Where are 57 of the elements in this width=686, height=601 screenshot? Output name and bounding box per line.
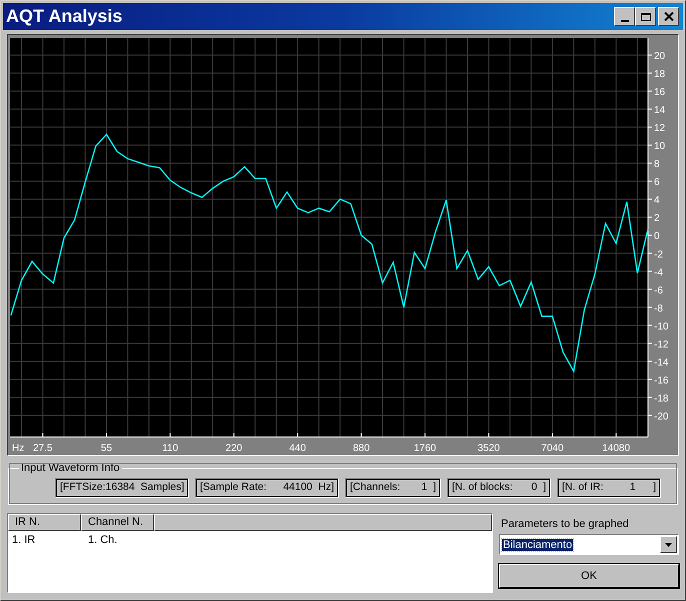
x-tick-label: 55 bbox=[100, 443, 112, 454]
y-tick-label: -10 bbox=[654, 321, 668, 332]
y-tick-label: -20 bbox=[654, 411, 668, 422]
y-tick-label: 8 bbox=[654, 159, 660, 170]
minimize-icon bbox=[620, 20, 628, 22]
field-value: 0 ] bbox=[531, 481, 546, 495]
x-tick-label: 27.5 bbox=[33, 443, 52, 454]
maximize-button[interactable] bbox=[635, 7, 656, 26]
y-tick-label: 18 bbox=[654, 69, 666, 80]
y-tick-label: -12 bbox=[654, 339, 668, 350]
close-icon bbox=[664, 12, 674, 21]
y-tick-label: -6 bbox=[654, 285, 663, 296]
x-tick-label: 1760 bbox=[414, 443, 436, 454]
y-tick-label: -2 bbox=[654, 249, 663, 260]
y-tick-label: -8 bbox=[654, 303, 663, 314]
y-tick-label: 0 bbox=[654, 231, 660, 242]
field-label: [N. of IR: bbox=[562, 481, 604, 495]
y-tick-label: 20 bbox=[654, 51, 666, 62]
x-tick-label: 3520 bbox=[478, 443, 500, 454]
y-tick-label: 10 bbox=[654, 141, 666, 152]
parameters-dropdown[interactable]: Bilanciamento bbox=[499, 534, 679, 555]
x-tick-label: 440 bbox=[289, 443, 306, 454]
y-tick-label: -4 bbox=[654, 267, 663, 278]
list-cell[interactable]: 1. IR bbox=[8, 534, 84, 546]
field-value: 16384 Samples] bbox=[106, 481, 184, 495]
field-value: 1 ] bbox=[421, 481, 436, 495]
list-view[interactable]: IR N. Channel N. 1. IR 1. Ch. bbox=[7, 513, 493, 593]
y-tick-label: -18 bbox=[654, 393, 668, 404]
y-tick-label: 2 bbox=[654, 213, 660, 224]
y-tick-label: 16 bbox=[654, 87, 666, 98]
field-label: [FFTSize: bbox=[60, 481, 106, 495]
x-axis-label: Hz bbox=[12, 443, 24, 454]
column-header[interactable]: IR N. bbox=[8, 514, 81, 531]
list-cell[interactable]: 1. Ch. bbox=[84, 534, 160, 546]
y-tick-label: 12 bbox=[654, 123, 666, 134]
field-value: 44100 Hz] bbox=[283, 481, 334, 495]
y-tick-label: 6 bbox=[654, 177, 660, 188]
maximize-icon bbox=[640, 12, 650, 20]
field-label: [N. of blocks: bbox=[452, 481, 513, 495]
window-title: AQT Analysis bbox=[6, 6, 122, 27]
x-tick-label: 14080 bbox=[602, 443, 630, 454]
y-tick-label: 14 bbox=[654, 105, 666, 116]
column-header[interactable]: Channel N. bbox=[81, 514, 154, 531]
field-label: [Channels: bbox=[350, 481, 400, 495]
x-tick-label: 880 bbox=[352, 443, 370, 454]
minimize-button[interactable] bbox=[614, 7, 635, 26]
field-value: 1 ] bbox=[630, 481, 656, 495]
x-tick-label: 110 bbox=[162, 443, 178, 454]
close-button[interactable] bbox=[658, 7, 679, 26]
y-tick-label: -16 bbox=[654, 375, 668, 386]
y-tick-label: -14 bbox=[654, 357, 668, 368]
x-tick-label: 220 bbox=[226, 443, 242, 454]
y-tick-label: 4 bbox=[654, 195, 660, 206]
parameters-label: Parameters to be graphed bbox=[501, 518, 630, 530]
x-tick-label: 7040 bbox=[541, 443, 564, 454]
field-label: [Sample Rate: bbox=[200, 481, 267, 495]
ok-button[interactable]: OK bbox=[499, 564, 679, 588]
